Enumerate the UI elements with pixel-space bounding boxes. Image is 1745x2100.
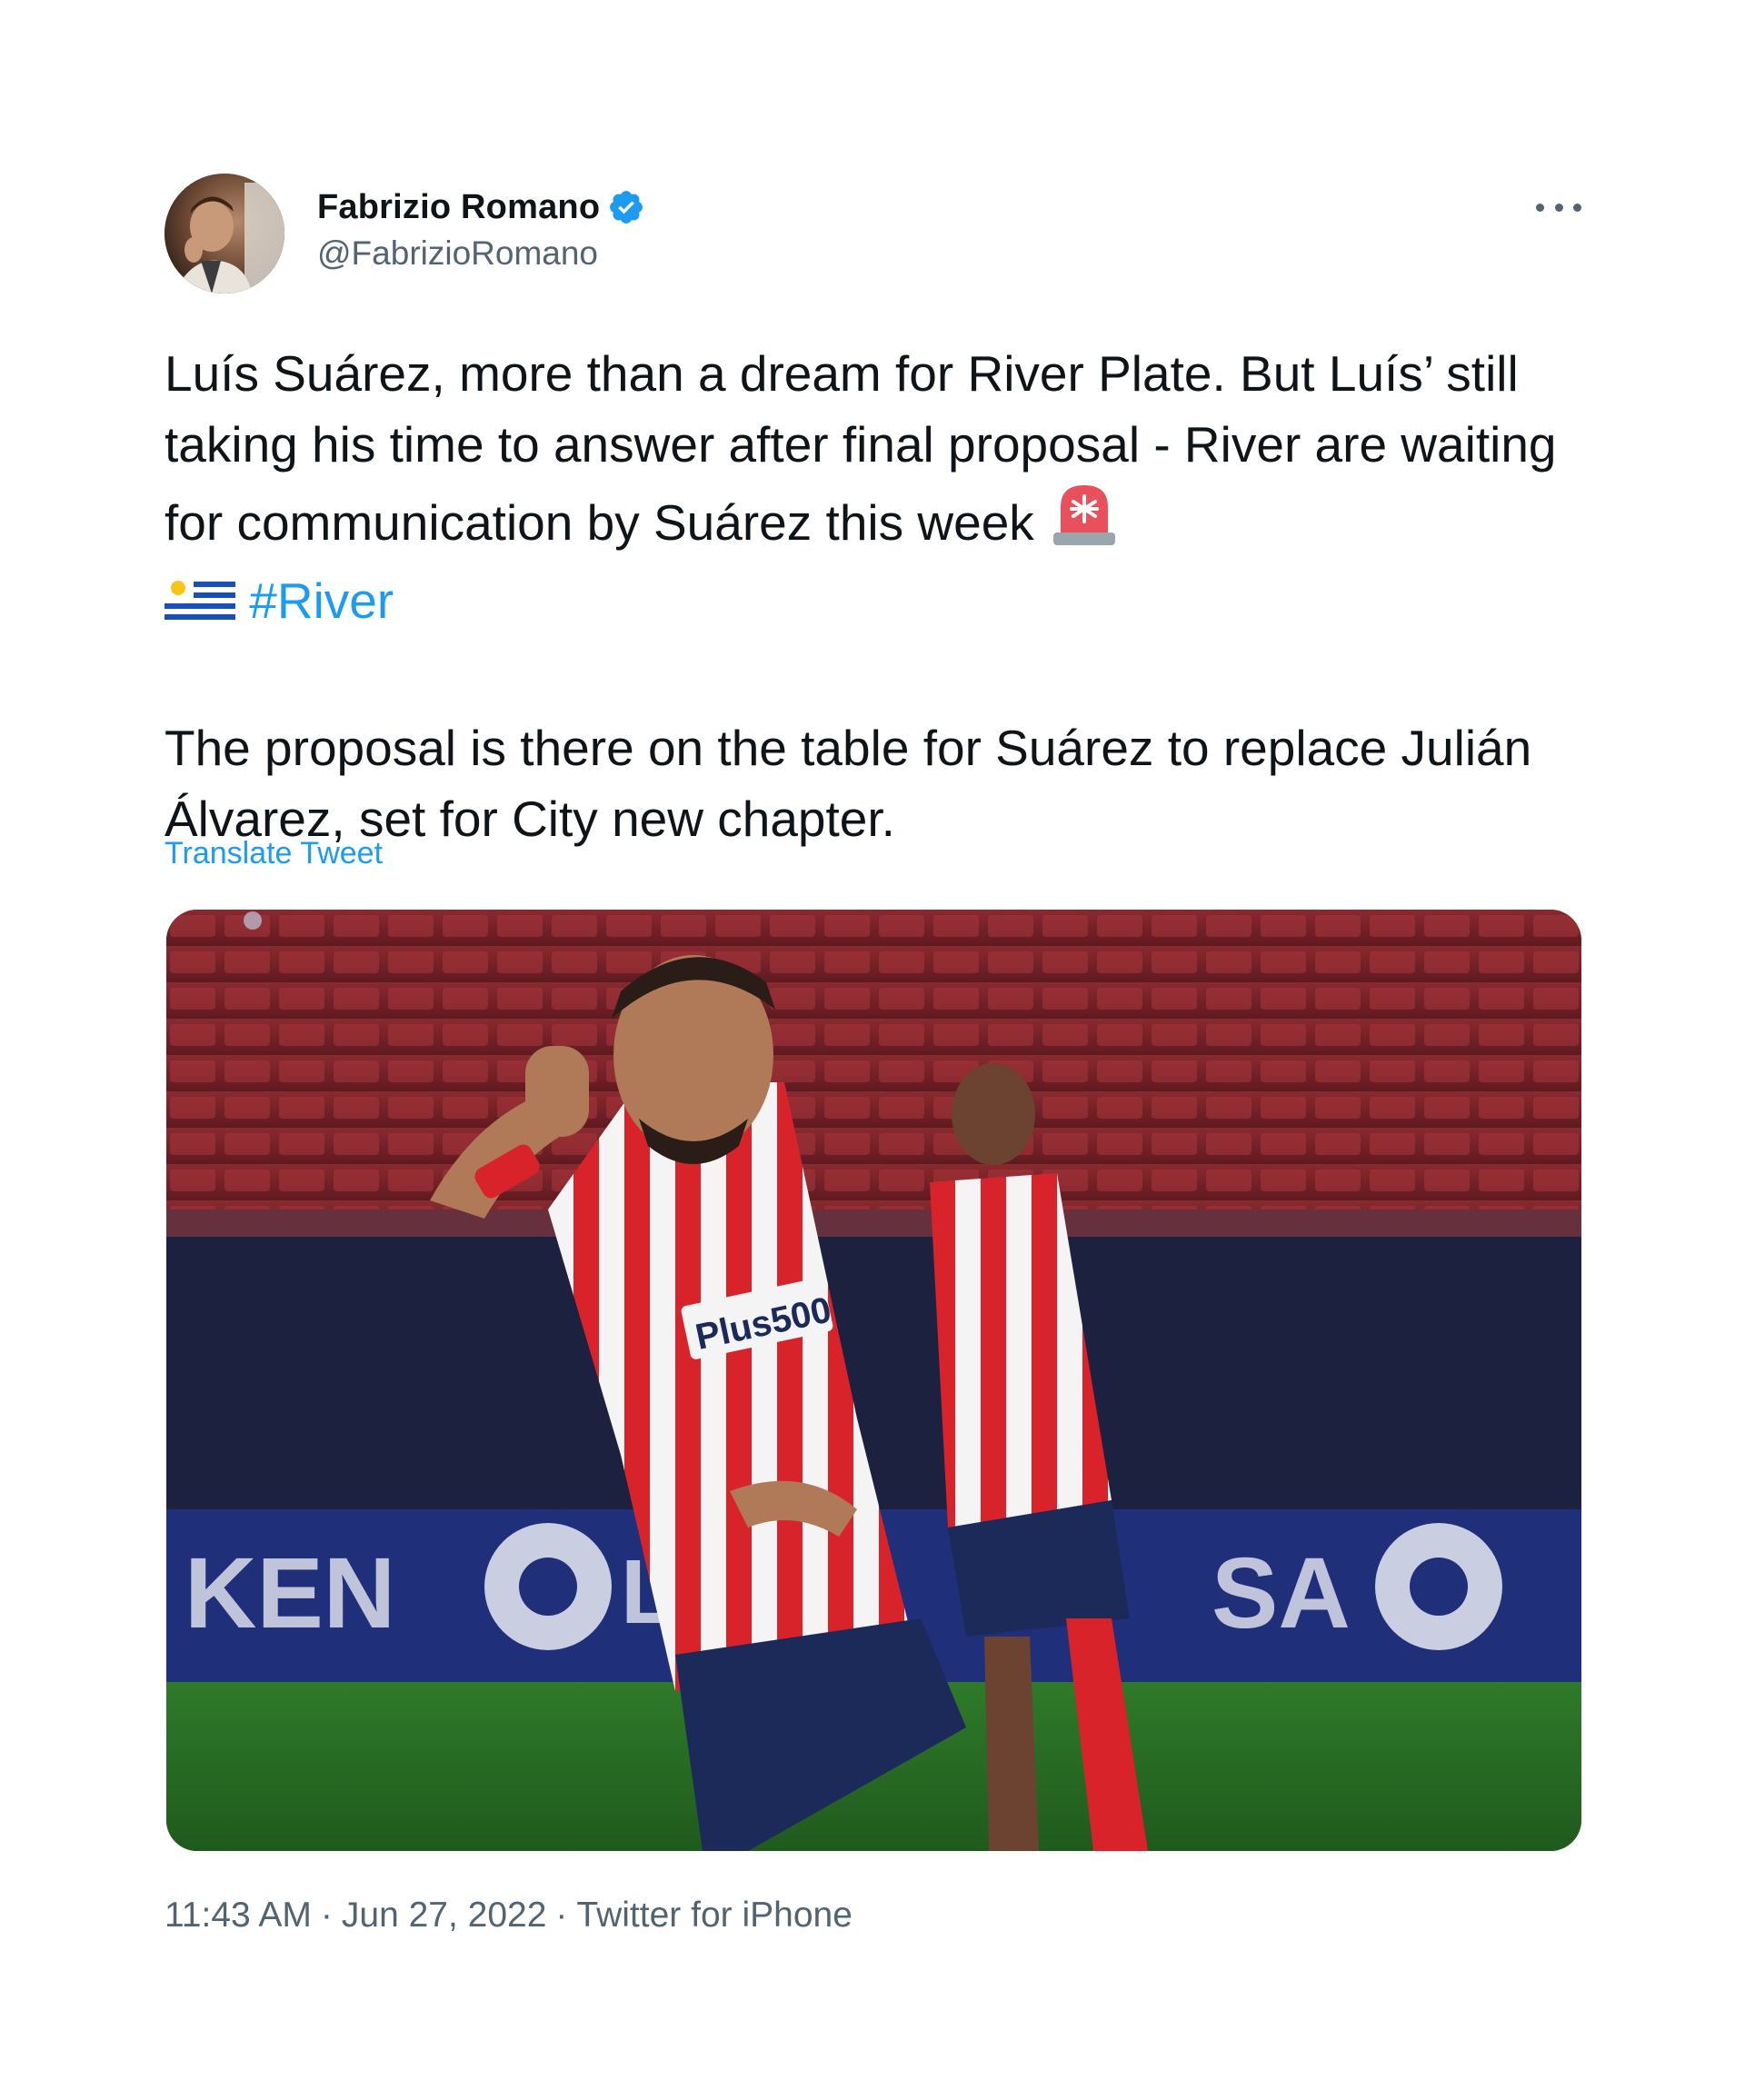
tweet-meta: 11:43 AM · Jun 27, 2022 · Twitter for iPhone: [165, 1896, 853, 1936]
uruguay-flag-emoji: [165, 572, 235, 643]
rotating-light-emoji: [1048, 480, 1121, 565]
tweet-card: Fabrizio Romano @FabrizioRomano Luís Suá…: [0, 0, 1745, 2100]
dot: [1554, 203, 1563, 212]
avatar[interactable]: [165, 174, 284, 294]
football-player-celebrating-photo: KEN La SA: [166, 910, 1581, 1851]
profile-photo: [165, 174, 284, 294]
svg-text:SA: SA: [1212, 1538, 1351, 1649]
dot: [1573, 203, 1581, 212]
tweet-media-photo[interactable]: KEN La SA: [166, 910, 1581, 1851]
meta-separator: ·: [320, 1896, 333, 1935]
tweet-paragraph-1-text: Luís Suárez, more than a dream for River…: [165, 345, 1557, 551]
hashtag-link[interactable]: #River: [249, 572, 394, 629]
meta-separator: ·: [555, 1896, 568, 1935]
dot: [1536, 203, 1544, 212]
verified-badge-icon: [607, 188, 645, 226]
author-handle[interactable]: @FabrizioRomano: [317, 234, 598, 273]
translate-tweet-link[interactable]: Translate Tweet: [165, 836, 383, 871]
more-options-icon[interactable]: [1536, 189, 1581, 225]
tweet-time[interactable]: 11:43 AM: [165, 1896, 312, 1935]
tweet-paragraph-1: Luís Suárez, more than a dream for River…: [165, 338, 1600, 643]
author-name-row[interactable]: Fabrizio Romano: [317, 184, 645, 231]
tweet-paragraph-2: The proposal is there on the table for S…: [165, 720, 1532, 847]
display-name[interactable]: Fabrizio Romano: [317, 188, 600, 227]
tweet-text: Luís Suárez, more than a dream for River…: [165, 338, 1600, 854]
tweet-date[interactable]: Jun 27, 2022: [342, 1896, 547, 1935]
tweet-source[interactable]: Twitter for iPhone: [576, 1896, 852, 1935]
svg-text:KEN: KEN: [184, 1538, 395, 1649]
